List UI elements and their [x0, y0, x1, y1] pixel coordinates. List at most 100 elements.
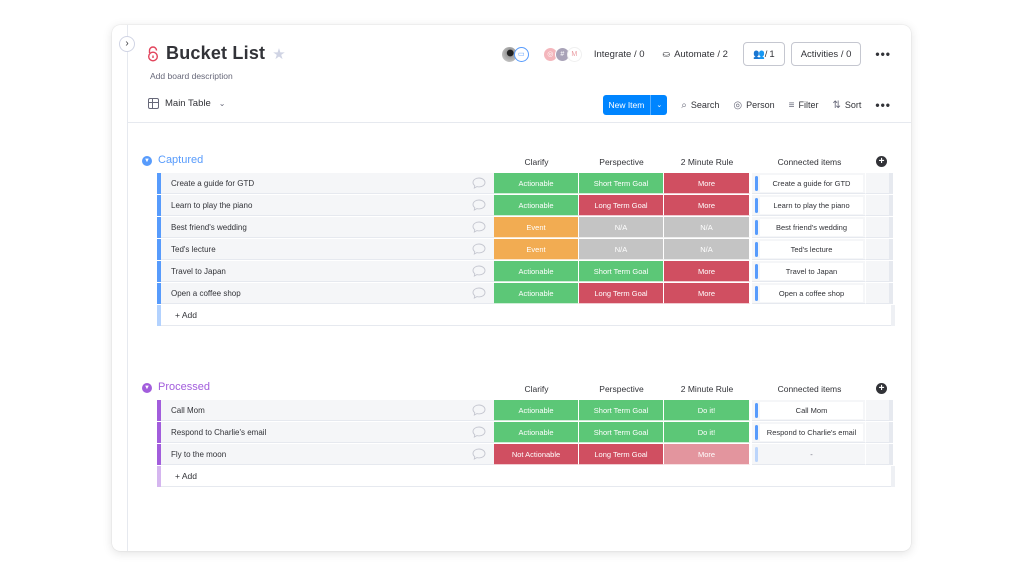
two-min-status-cell[interactable]: More: [664, 173, 750, 194]
collapse-group-icon[interactable]: ▼: [142, 383, 152, 393]
comment-icon[interactable]: [472, 199, 486, 211]
clarify-status-cell[interactable]: Actionable: [494, 400, 579, 421]
comment-icon[interactable]: [472, 448, 486, 460]
sort-button[interactable]: ⇅ Sort: [832, 100, 861, 111]
perspective-status-cell[interactable]: N/A: [579, 239, 664, 260]
connected-items-cell[interactable]: Learn to play the piano: [752, 195, 865, 216]
connected-items-cell[interactable]: Best friend's wedding: [752, 217, 865, 238]
two-min-status-cell[interactable]: Do it!: [664, 422, 750, 443]
clarify-status-cell[interactable]: Event: [494, 239, 579, 260]
perspective-status-cell[interactable]: Long Term Goal: [579, 444, 664, 465]
favorite-star-icon[interactable]: ★: [272, 45, 285, 63]
column-header[interactable]: Perspective: [579, 157, 664, 167]
connected-item[interactable]: Respond to Charlie's email: [760, 424, 863, 441]
more-options-icon[interactable]: •••: [875, 98, 891, 112]
column-header[interactable]: 2 Minute Rule: [664, 384, 750, 394]
perspective-status-cell[interactable]: Short Term Goal: [579, 261, 664, 282]
expand-sidebar-button[interactable]: ›: [119, 36, 135, 52]
clarify-status-cell[interactable]: Not Actionable: [494, 444, 579, 465]
column-header[interactable]: Clarify: [494, 384, 579, 394]
add-item-input[interactable]: + Add: [161, 305, 891, 326]
comment-icon[interactable]: [472, 243, 486, 255]
automate-button[interactable]: ⛀ Automate / 2: [663, 49, 728, 60]
connected-items-cell[interactable]: Call Mom: [752, 400, 865, 421]
two-min-status-cell[interactable]: Do it!: [664, 400, 750, 421]
activities-button[interactable]: Activities / 0: [790, 42, 862, 66]
perspective-status-cell[interactable]: Short Term Goal: [579, 173, 664, 194]
item-name-text[interactable]: Call Mom: [171, 406, 205, 415]
integrations-icons[interactable]: ◎ # M: [542, 46, 582, 62]
two-min-status-cell[interactable]: More: [664, 283, 750, 304]
comment-icon[interactable]: [472, 426, 486, 438]
person-filter-button[interactable]: ◎ Person: [733, 100, 774, 111]
connected-items-cell[interactable]: Open a coffee shop: [752, 283, 865, 304]
perspective-status-cell[interactable]: Long Term Goal: [579, 195, 664, 216]
clarify-status-cell[interactable]: Actionable: [494, 422, 579, 443]
connected-items-cell[interactable]: Travel to Japan: [752, 261, 865, 282]
new-item-button[interactable]: New Item ⌄: [603, 95, 668, 115]
chevron-down-icon[interactable]: ⌄: [650, 95, 667, 115]
connected-items-cell[interactable]: Ted's lecture: [752, 239, 865, 260]
connected-item[interactable]: Travel to Japan: [760, 263, 863, 280]
comment-icon[interactable]: [472, 221, 486, 233]
item-name-text[interactable]: Best friend's wedding: [171, 223, 247, 232]
connected-item[interactable]: Ted's lecture: [760, 241, 863, 258]
search-button[interactable]: ⌕ Search: [681, 100, 719, 111]
item-name[interactable]: Fly to the moon: [161, 444, 494, 465]
connected-items-cell[interactable]: Respond to Charlie's email: [752, 422, 865, 443]
item-name-text[interactable]: Ted's lecture: [171, 245, 216, 254]
item-name-text[interactable]: Create a guide for GTD: [171, 179, 254, 188]
comment-icon[interactable]: [472, 177, 486, 189]
perspective-status-cell[interactable]: Short Term Goal: [579, 422, 664, 443]
clarify-status-cell[interactable]: Actionable: [494, 173, 579, 194]
item-name-text[interactable]: Learn to play the piano: [171, 201, 252, 210]
connected-items-cell[interactable]: -: [752, 444, 865, 465]
item-name-text[interactable]: Fly to the moon: [171, 450, 226, 459]
connected-item[interactable]: Call Mom: [760, 402, 863, 419]
board-description[interactable]: Add board description: [150, 71, 233, 81]
connected-item[interactable]: Create a guide for GTD: [760, 175, 863, 192]
two-min-status-cell[interactable]: N/A: [664, 239, 750, 260]
invite-icon[interactable]: ▭: [513, 46, 529, 62]
connected-item[interactable]: Open a coffee shop: [760, 285, 863, 302]
two-min-status-cell[interactable]: More: [664, 195, 750, 216]
two-min-status-cell[interactable]: N/A: [664, 217, 750, 238]
add-item-input[interactable]: + Add: [161, 466, 891, 487]
item-name-text[interactable]: Open a coffee shop: [171, 289, 241, 298]
item-name[interactable]: Respond to Charlie's email: [161, 422, 494, 443]
item-name[interactable]: Best friend's wedding: [161, 217, 494, 238]
board-title[interactable]: Bucket List: [166, 43, 265, 64]
column-header[interactable]: Clarify: [494, 157, 579, 167]
more-options-icon[interactable]: •••: [875, 47, 891, 61]
perspective-status-cell[interactable]: Long Term Goal: [579, 283, 664, 304]
item-name-text[interactable]: Travel to Japan: [171, 267, 226, 276]
clarify-status-cell[interactable]: Event: [494, 217, 579, 238]
item-name[interactable]: Ted's lecture: [161, 239, 494, 260]
item-name[interactable]: Learn to play the piano: [161, 195, 494, 216]
clarify-status-cell[interactable]: Actionable: [494, 283, 579, 304]
connected-items-cell[interactable]: Create a guide for GTD: [752, 173, 865, 194]
connected-item[interactable]: Best friend's wedding: [760, 219, 863, 236]
column-header[interactable]: 2 Minute Rule: [664, 157, 750, 167]
clarify-status-cell[interactable]: Actionable: [494, 195, 579, 216]
column-header[interactable]: Connected items: [752, 384, 867, 394]
view-selector[interactable]: Main Table ⌄: [148, 98, 225, 109]
two-min-status-cell[interactable]: More: [664, 444, 750, 465]
comment-icon[interactable]: [472, 404, 486, 416]
integrate-button[interactable]: Integrate / 0: [594, 49, 645, 60]
connected-item[interactable]: Learn to play the piano: [760, 197, 863, 214]
item-name[interactable]: Create a guide for GTD: [161, 173, 494, 194]
comment-icon[interactable]: [472, 287, 486, 299]
comment-icon[interactable]: [472, 265, 486, 277]
members-button[interactable]: 👥/ 1: [742, 42, 785, 66]
item-name[interactable]: Travel to Japan: [161, 261, 494, 282]
two-min-status-cell[interactable]: More: [664, 261, 750, 282]
clarify-status-cell[interactable]: Actionable: [494, 261, 579, 282]
collapse-group-icon[interactable]: ▼: [142, 156, 152, 166]
group-title[interactable]: Captured: [158, 154, 203, 166]
filter-button[interactable]: ≡ Filter: [789, 100, 819, 111]
perspective-status-cell[interactable]: Short Term Goal: [579, 400, 664, 421]
add-column-icon[interactable]: +: [876, 383, 887, 394]
item-name[interactable]: Open a coffee shop: [161, 283, 494, 304]
group-title[interactable]: Processed: [158, 381, 210, 393]
